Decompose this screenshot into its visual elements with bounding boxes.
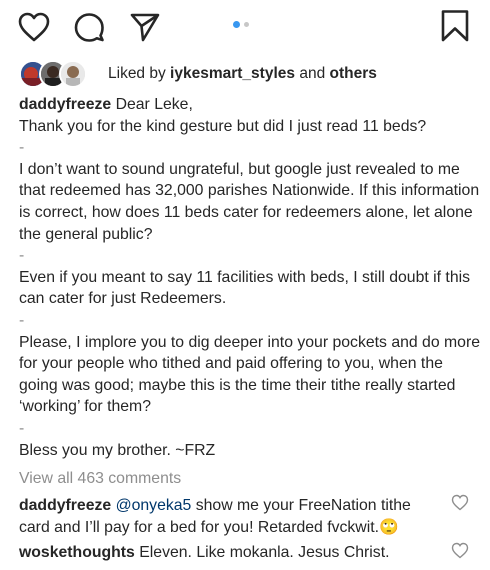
heart-outline-icon[interactable] <box>17 11 51 43</box>
caption-text: Dear Leke, <box>115 96 193 113</box>
caption-separator: - <box>19 419 25 437</box>
caption-line: Thank you for the kind gesture but did I… <box>19 117 427 135</box>
eye-roll-emoji-icon: 🙄 <box>379 518 399 536</box>
paper-plane-icon[interactable] <box>129 11 161 43</box>
comment-username[interactable]: woskethoughts <box>19 544 135 561</box>
liked-by-row: Liked by iykesmart_styles and others <box>19 60 479 88</box>
comment-bubble-icon[interactable] <box>73 11 105 43</box>
comment-username[interactable]: daddyfreeze <box>19 497 111 514</box>
carousel-dot <box>244 22 249 27</box>
liked-by-username[interactable]: iykesmart_styles <box>170 65 295 82</box>
post-caption: daddyfreeze Dear Leke, Thank you for the… <box>19 94 481 461</box>
comment-mention[interactable]: @onyeka5 <box>116 497 192 514</box>
caption-separator: - <box>19 247 25 265</box>
bookmark-icon[interactable] <box>439 9 471 43</box>
caption-separator: - <box>19 139 25 157</box>
caption-line: Bless you my brother. ~FRZ <box>19 441 216 459</box>
caption-line: daddyfreeze Dear Leke, <box>19 94 481 116</box>
comment-item: woskethoughts Eleven. Like mokanla. Jesu… <box>19 542 439 564</box>
caption-separator: - <box>19 311 25 329</box>
comment-like-heart-icon[interactable] <box>451 494 469 511</box>
view-all-comments-link[interactable]: View all 463 comments <box>19 470 181 488</box>
caption-line: Even if you meant to say 11 facilities w… <box>19 268 471 308</box>
avatar[interactable] <box>59 60 87 88</box>
liked-by-others[interactable]: others <box>330 65 377 82</box>
caption-line: Please, I implore you to dig deeper into… <box>19 333 481 416</box>
post-action-bar <box>0 0 490 52</box>
comment-text: Eleven. Like mokanla. Jesus Christ. <box>134 544 390 561</box>
liked-by-connector: and <box>295 65 330 82</box>
carousel-dot-active <box>233 21 240 28</box>
comment-item: daddyfreeze @onyeka5 show me your FreeNa… <box>19 495 439 538</box>
comment-like-heart-icon[interactable] <box>451 542 469 559</box>
caption-line: I don’t want to sound ungrateful, but go… <box>19 160 480 243</box>
caption-username[interactable]: daddyfreeze <box>19 96 111 113</box>
liked-by-text: Liked by iykesmart_styles and others <box>108 65 377 83</box>
liked-by-prefix: Liked by <box>108 65 171 82</box>
